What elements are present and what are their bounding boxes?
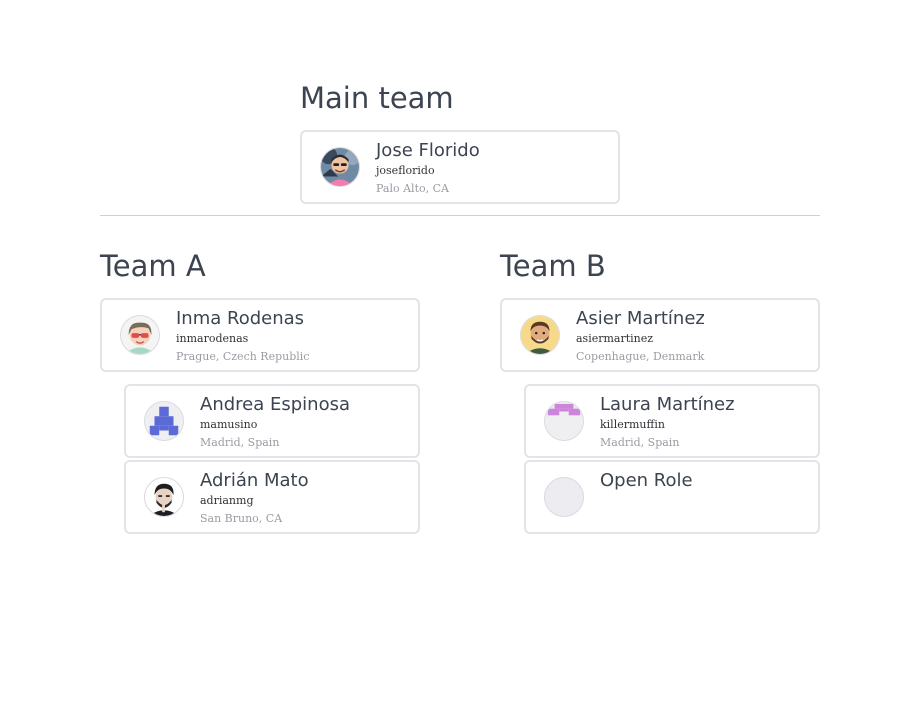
person-avatar-icon	[120, 315, 160, 355]
member-handle: inmarodenas	[176, 332, 249, 345]
member-location: Prague, Czech Republic	[176, 350, 310, 363]
identicon-avatar-icon	[544, 401, 584, 441]
team-b-title: Team B	[500, 249, 606, 283]
member-card-team-a-2[interactable]: Adrián Mato adrianmg San Bruno, CA	[124, 460, 420, 534]
member-handle: adrianmg	[200, 494, 254, 507]
member-name: Andrea Espinosa	[200, 394, 350, 415]
identicon-avatar-icon	[144, 401, 184, 441]
member-location: San Bruno, CA	[200, 512, 283, 525]
member-card-open-role[interactable]: Open Role	[524, 460, 820, 534]
person-avatar-icon	[144, 477, 184, 517]
member-card-team-b-lead[interactable]: Asier Martínez asiermartinez Copenhague,…	[500, 298, 820, 372]
member-location: Madrid, Spain	[600, 436, 680, 449]
member-handle: asiermartinez	[576, 332, 654, 345]
section-divider	[100, 215, 820, 216]
member-card-team-a-1[interactable]: Andrea Espinosa mamusino Madrid, Spain	[124, 384, 420, 458]
member-handle: joseflorido	[376, 164, 435, 177]
member-name: Jose Florido	[376, 140, 480, 161]
member-handle: killermuffin	[600, 418, 665, 431]
main-team-title: Main team	[300, 81, 454, 115]
member-name: Asier Martínez	[576, 308, 705, 329]
person-avatar-icon	[320, 147, 360, 187]
person-avatar-icon	[520, 315, 560, 355]
member-location: Copenhague, Denmark	[576, 350, 705, 363]
member-name: Adrián Mato	[200, 470, 309, 491]
member-name: Inma Rodenas	[176, 308, 305, 329]
team-a-title: Team A	[100, 249, 206, 283]
member-card-team-a-lead[interactable]: Inma Rodenas inmarodenas Prague, Czech R…	[100, 298, 420, 372]
empty-avatar-icon	[544, 477, 584, 517]
member-location: Madrid, Spain	[200, 436, 280, 449]
member-handle: mamusino	[200, 418, 258, 431]
member-card-team-b-1[interactable]: Laura Martínez killermuffin Madrid, Spai…	[524, 384, 820, 458]
member-name: Laura Martínez	[600, 394, 735, 415]
member-location: Palo Alto, CA	[376, 182, 449, 195]
member-card-main-lead[interactable]: Jose Florido joseflorido Palo Alto, CA	[300, 130, 620, 204]
member-name: Open Role	[600, 470, 693, 491]
